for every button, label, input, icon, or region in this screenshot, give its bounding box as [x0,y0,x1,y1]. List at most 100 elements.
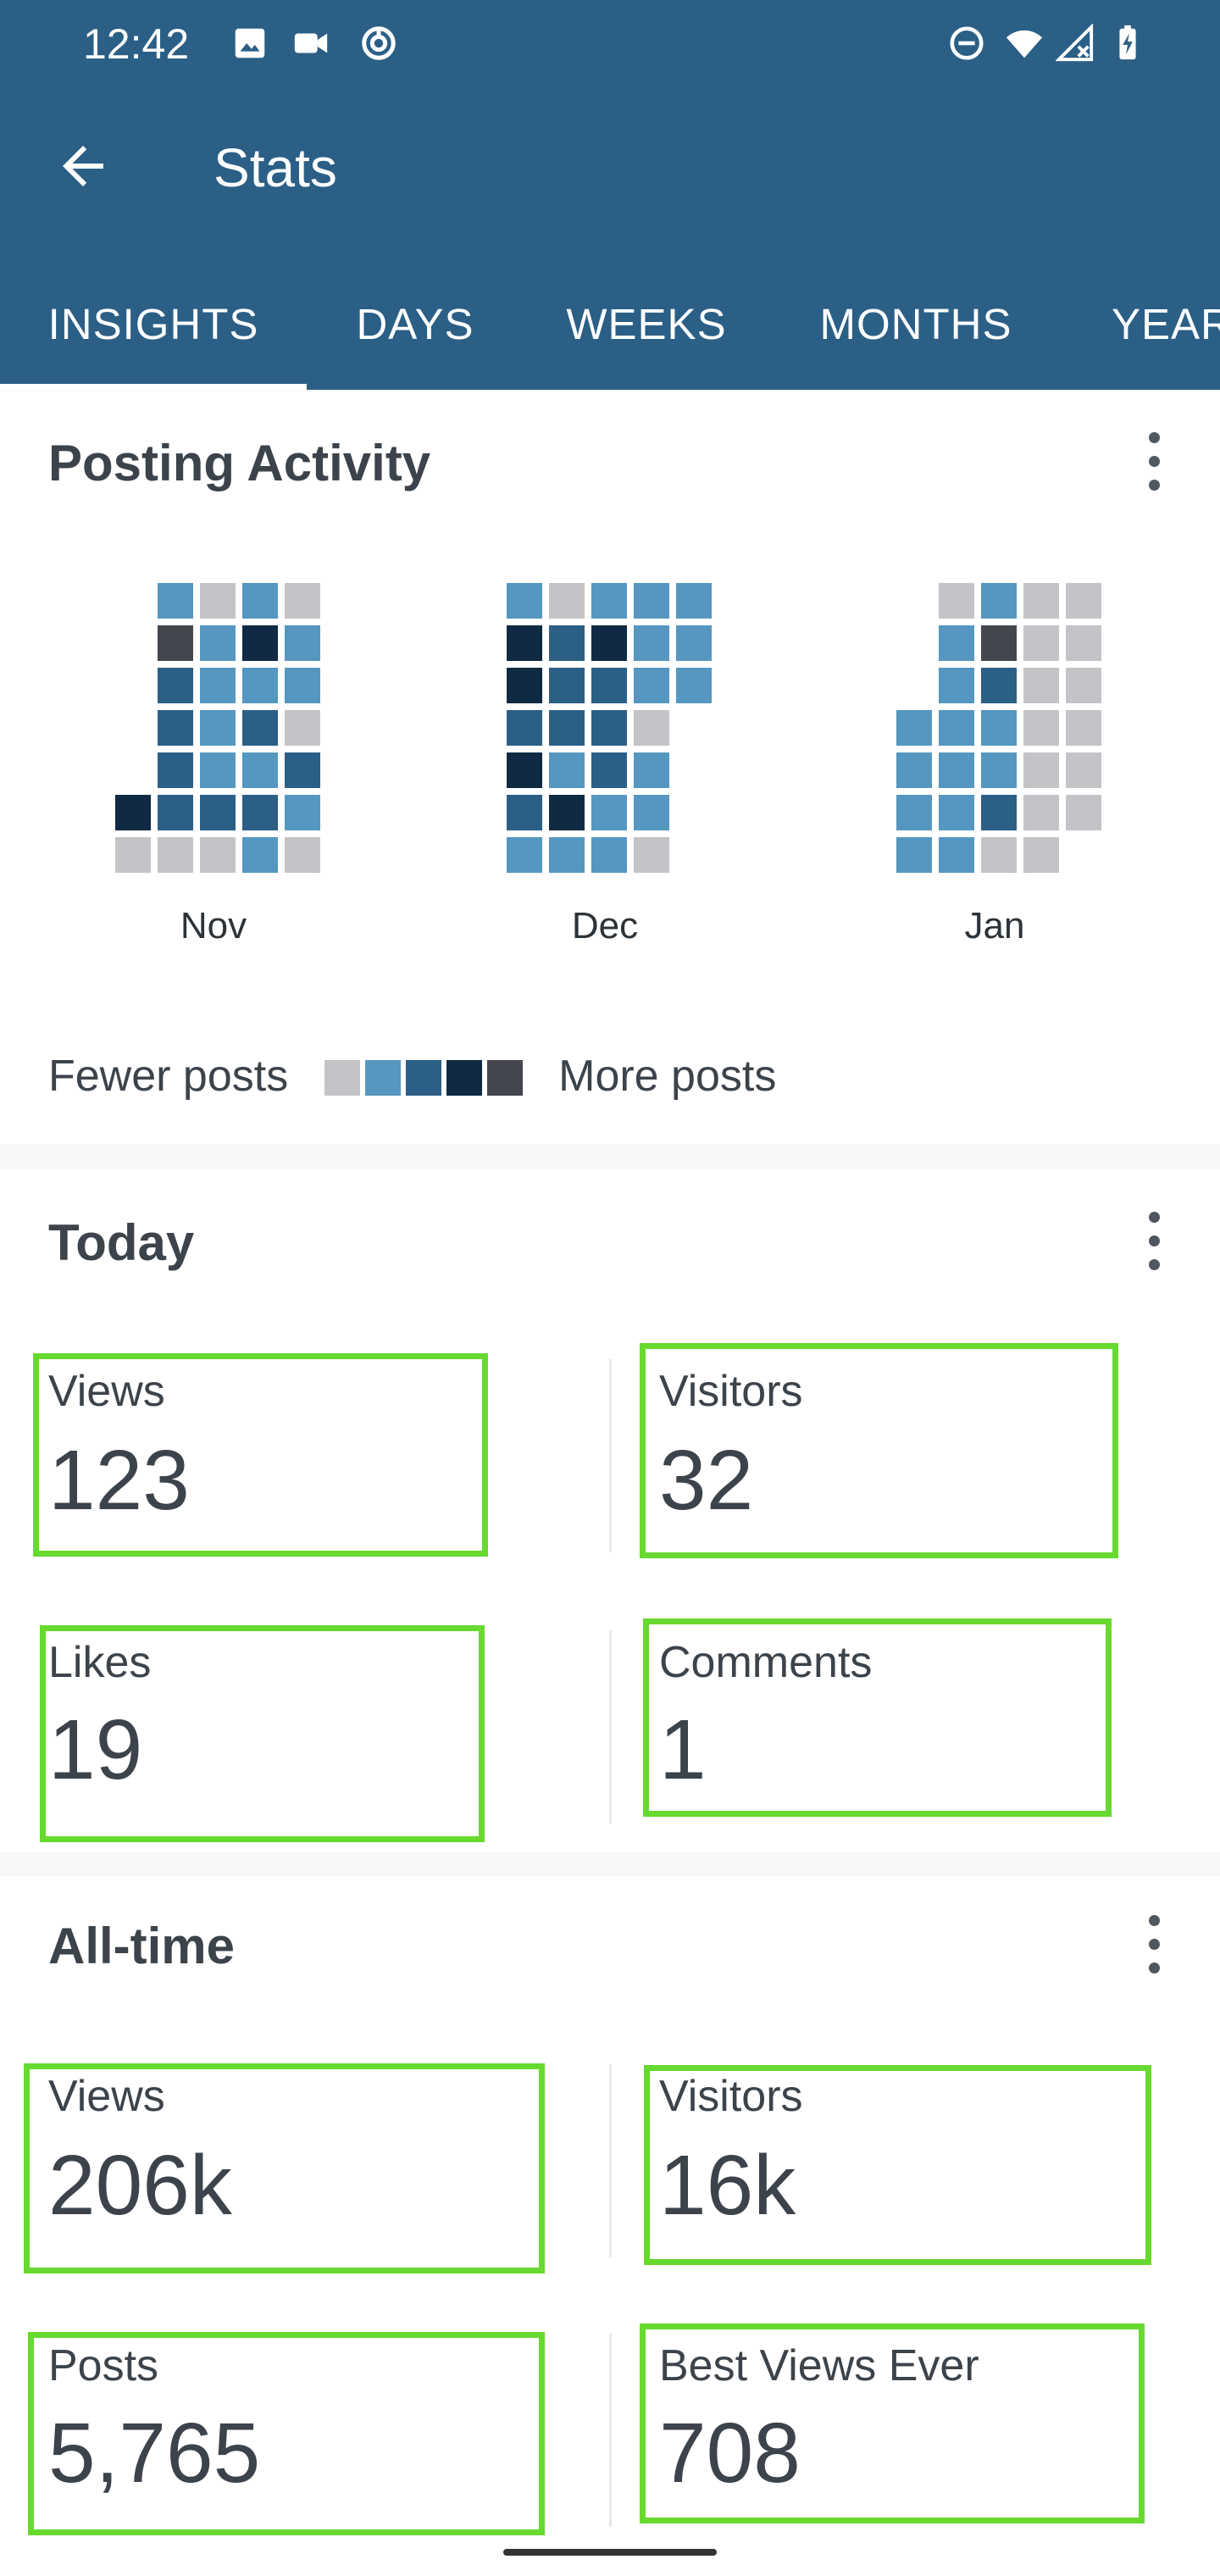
activity-cell [115,837,151,873]
tab-label: MONTHS [819,300,1012,348]
divider [609,2334,612,2527]
activity-cell [200,795,236,830]
activity-cell [549,795,585,830]
activity-cell [676,583,712,619]
activity-cell [549,752,585,788]
activity-cell [507,795,542,830]
activity-cell [1023,625,1059,661]
activity-cell [1066,668,1101,703]
activity-cell [634,710,669,746]
tab-label: INSIGHTS [47,300,259,348]
activity-cell [591,752,627,788]
activity-cell [285,583,320,619]
activity-cell [285,795,320,830]
activity-cell [634,837,669,873]
activity-cell [242,583,278,619]
legend-swatch [405,1060,441,1096]
activity-cell [242,668,278,703]
tab-months[interactable]: MONTHS [798,280,1034,390]
highlight-box [640,1343,1118,1558]
highlight-box [33,1353,488,1557]
more-options-icon[interactable] [1127,1203,1178,1280]
activity-cell [115,795,151,830]
activity-cell [896,795,932,830]
activity-legend: Fewer posts More posts [48,1046,776,1106]
activity-cell [200,583,236,619]
activity-cell [200,625,236,661]
month-label: Nov [180,905,247,947]
activity-cell [939,583,974,619]
activity-cell [939,795,974,830]
activity-cell [981,583,1017,619]
activity-cell [549,837,585,873]
tab-days[interactable]: DAYS [322,280,508,390]
activity-cell [591,583,627,619]
activity-cell [1023,795,1059,830]
month-label: Dec [571,905,639,947]
card-title: Today [48,1214,195,1271]
more-options-icon[interactable] [1127,1907,1178,1983]
activity-cell [158,583,193,619]
battery-charging-icon [1119,25,1136,60]
activity-cell [242,710,278,746]
activity-cell [549,710,585,746]
activity-cell [549,583,585,619]
home-indicator[interactable] [503,2549,717,2556]
activity-cell [634,668,669,703]
wifi-icon [1006,30,1043,58]
tab-weeks[interactable]: WEEKS [551,280,742,390]
tab-insights[interactable]: INSIGHTS [0,280,307,390]
activity-cell [549,668,585,703]
tab-label: YEARS [1112,300,1220,348]
activity-cell [200,668,236,703]
activity-cell [158,795,193,830]
activity-cell [549,625,585,661]
activity-cell [591,668,627,703]
highlight-box [40,1625,485,1842]
activity-cell [981,795,1017,830]
activity-cell [591,625,627,661]
activity-cell [1066,752,1101,788]
legend-swatch [486,1060,523,1096]
activity-cell [939,625,974,661]
activity-cell [285,837,320,873]
activity-cell [981,752,1017,788]
legend-swatch [324,1060,360,1096]
activity-cell [242,837,278,873]
legend-more-label: More posts [558,1052,777,1101]
legend-swatch [364,1060,401,1096]
tab-label: DAYS [356,300,474,348]
activity-cell [242,625,278,661]
arrow-back-icon[interactable] [53,136,114,197]
legend-swatches [324,1052,528,1101]
activity-cell [634,752,669,788]
activity-cell [200,837,236,873]
divider [609,1630,612,1824]
card-title: All-time [48,1918,236,1974]
card-title: Posting Activity [48,435,431,491]
divider [609,1359,612,1552]
activity-cell [1066,795,1101,830]
activity-cell [1023,752,1059,788]
activity-cell [896,837,932,873]
activity-cell [200,710,236,746]
status-time: 12:42 [83,20,190,68]
activity-cell [981,668,1017,703]
activity-cell [981,625,1017,661]
tab-years[interactable]: YEARS [1101,280,1220,390]
activity-cell [158,837,193,873]
highlight-box [28,2332,545,2535]
activity-cell [158,668,193,703]
more-options-icon[interactable] [1127,424,1178,500]
activity-cell [1066,710,1101,746]
activity-cell [634,583,669,619]
activity-cell [939,668,974,703]
activity-cell [939,752,974,788]
activity-cell [242,752,278,788]
page-title: Stats [214,137,337,198]
activity-cell [1023,837,1059,873]
activity-cell [507,625,542,661]
highlight-box [644,2065,1151,2265]
activity-cell [939,837,974,873]
status-bar: 12:42 [0,0,1220,88]
